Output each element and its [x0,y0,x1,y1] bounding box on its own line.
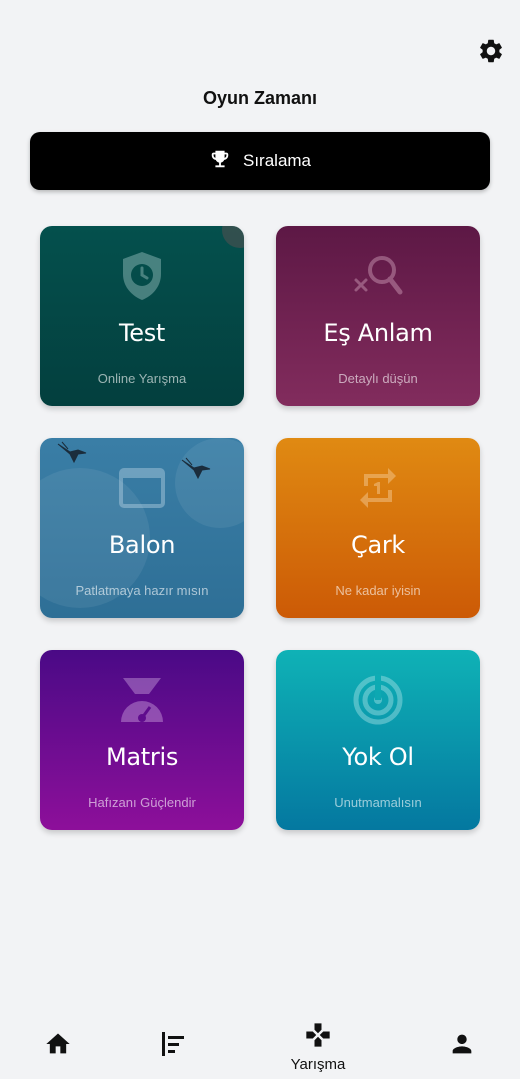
repeat-one-icon [276,460,480,516]
corner-decoration [222,226,244,248]
nav-home[interactable] [18,1014,98,1079]
game-card-cark[interactable]: Çark Ne kadar iyisin [276,438,480,618]
game-card-yok-ol[interactable]: Yok Ol Unutmamalısın [276,650,480,830]
window-icon [40,460,244,516]
shield-clock-icon [40,248,244,304]
gear-icon [477,37,505,70]
gamepad-icon [304,1021,332,1054]
card-subtitle: Ne kadar iyisin [335,583,421,598]
nav-label: Yarışma [290,1055,346,1073]
game-card-balon[interactable]: Balon Patlatmaya hazır mısın [40,438,244,618]
ranking-button[interactable]: Sıralama [30,132,490,190]
nav-competition[interactable]: Yarışma [278,1014,358,1079]
card-title: Test [118,319,166,347]
home-icon [44,1030,72,1063]
settings-button[interactable] [475,37,507,69]
game-card-test[interactable]: Test Online Yarışma [40,226,244,406]
card-subtitle: Online Yarışma [97,371,187,386]
card-subtitle: Hafızanı Güçlendir [88,795,196,810]
game-card-matris[interactable]: Matris Hafızanı Güçlendir [40,650,244,830]
card-title: Eş Anlam [323,319,433,347]
card-subtitle: Unutmamalısın [334,795,422,810]
scale-icon [40,672,244,728]
person-icon [448,1030,476,1063]
bottom-navigation: Yarışma [0,1014,520,1079]
nav-profile[interactable] [422,1014,502,1079]
nav-list[interactable] [133,1014,213,1079]
card-subtitle: Detaylı düşün [338,371,418,386]
trophy-icon [209,148,231,175]
ranking-label: Sıralama [242,151,312,170]
card-subtitle: Patlatmaya hazır mısın [75,583,209,598]
card-title: Balon [108,531,176,559]
radar-icon [276,672,480,728]
game-card-es-anlam[interactable]: Eş Anlam Detaylı düşün [276,226,480,406]
page-title: Oyun Zamanı [202,88,318,108]
search-x-icon [276,248,480,304]
card-title: Yok Ol [342,743,414,771]
card-title: Çark [350,531,406,559]
align-left-icon [159,1030,187,1063]
card-title: Matris [105,743,179,771]
